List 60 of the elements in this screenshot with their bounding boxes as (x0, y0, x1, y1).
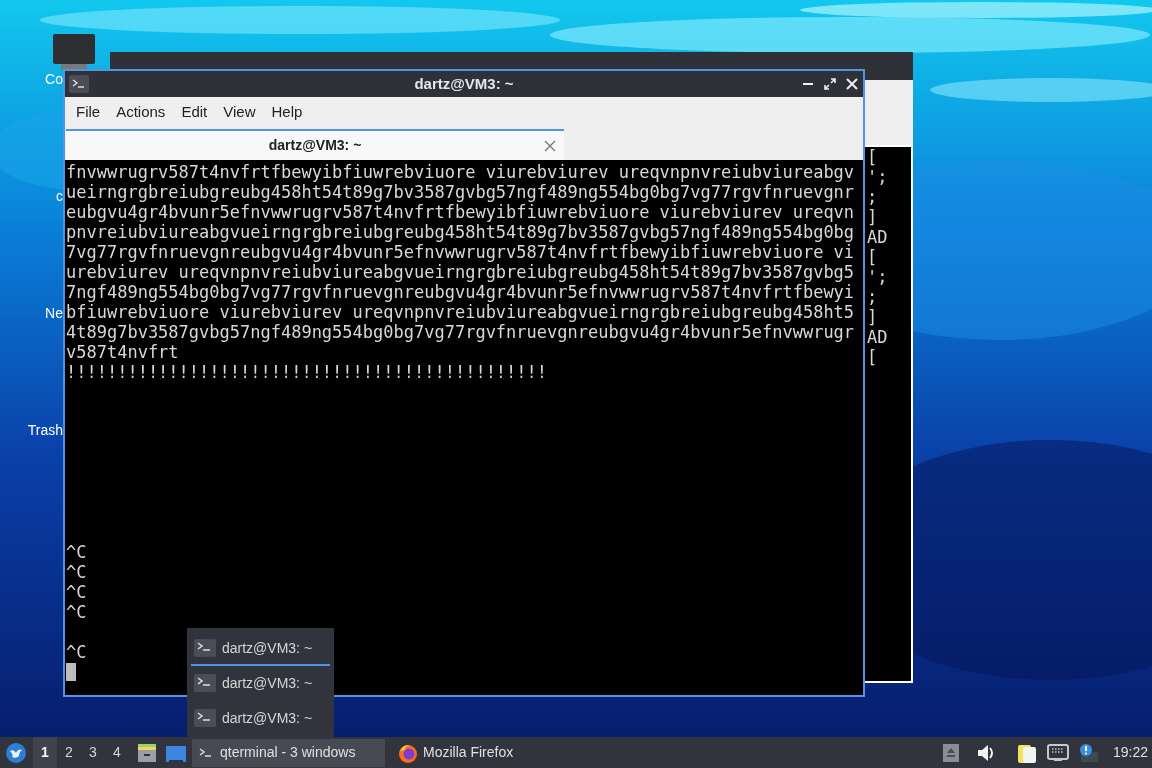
terminal-line: ueirngrgbreiubgreubg458ht54t89g7bv3587gvbg57ngf489ng554bg0bg7vg77rgvfnruevgnr (66, 182, 855, 202)
terminal-text: [ (867, 147, 879, 167)
terminal-line: urebviurev ureqvnpnvreiubviureabgvueirngrgbreiubgreubg458ht54t89g7bv3587gvbg5 (66, 262, 855, 282)
terminal-text: '; (867, 267, 888, 287)
window-list-item[interactable]: dartz@VM3: ~ (191, 632, 330, 666)
notification-icon[interactable] (1078, 742, 1099, 763)
workspace-button[interactable]: 2 (57, 737, 81, 768)
terminal-icon (198, 745, 214, 760)
terminal-line: ^C (66, 542, 87, 562)
terminal-text: '; (867, 167, 888, 187)
menu-item[interactable]: View (217, 100, 262, 124)
terminal-text: [ (867, 247, 879, 267)
taskbar-button[interactable]: qterminal - 3 windows (192, 738, 385, 767)
menu-item[interactable]: Actions (110, 100, 172, 124)
terminal-text: [ (867, 347, 879, 367)
terminal-text: ; (867, 287, 879, 307)
workspace-button[interactable]: 1 (33, 737, 57, 768)
terminal-line: ^C (66, 562, 87, 582)
terminal-line: pnvreiubviureabgvueirngrgbreiubgreubg458ht54t89g7bv3587gvbg57ngf489ng554bg0bg (66, 222, 855, 242)
window-list-item[interactable]: dartz@VM3: ~ (191, 702, 330, 736)
computer-icon[interactable] (53, 34, 95, 70)
network-icon[interactable] (1046, 743, 1069, 762)
terminal-line: ^C (66, 602, 87, 622)
terminal-text: ] (867, 307, 879, 327)
terminal-text: ] (867, 207, 879, 227)
workspace-button[interactable]: 3 (81, 737, 105, 768)
terminal-line: !!!!!!!!!!!!!!!!!!!!!!!!!!!!!!!!!!!!!!!!!!!!!!! (66, 362, 548, 382)
menu-icon[interactable] (5, 741, 27, 764)
terminal-line: ^C (66, 642, 87, 662)
maximize-icon[interactable] (823, 77, 837, 91)
terminal-icon (194, 709, 216, 727)
clock[interactable]: 19:22 (1112, 742, 1148, 763)
terminal-icon (194, 674, 216, 692)
terminal-text: AD (867, 327, 888, 347)
eject-icon[interactable] (942, 743, 959, 762)
terminal-line: eubgvu4gr4bvunr5efnvwwrugrv587t4nvfrtfbewyibfiuwrebviuore viurebviurev ureqvn (66, 202, 855, 222)
desktop-icon-label[interactable]: Trash (27, 421, 63, 439)
terminal-icon (194, 639, 216, 657)
desktop-icon-label[interactable]: c (56, 187, 63, 205)
file-manager-icon[interactable] (137, 742, 157, 763)
terminal-line: bfiuwrebviuore viurebviurev ureqvnpnvreiubviureabgvueirngrgbreiubgreubg458ht5 (66, 302, 855, 322)
menu-item[interactable]: Help (265, 100, 309, 124)
menu-item[interactable]: File (70, 100, 107, 124)
window-title: dartz@VM3: ~ (414, 73, 514, 94)
terminal-line: 4t89g7bv3587gvbg57ngf489ng554bg0bg7vg77rgvfnruevgnreubgvu4gr4bvunr5efnvwwrugr (66, 322, 855, 342)
terminal-line: ^C (66, 582, 87, 602)
taskbar-button[interactable]: Mozilla Firefox (395, 738, 516, 767)
terminal-line: fnvwwrugrv587t4nvfrtfbewyibfiuwrebviuore viurebviurev ureqvnpnvreiubviureabgv (66, 162, 855, 182)
terminal-text: ; (867, 187, 879, 207)
terminal-text: AD (867, 227, 888, 247)
window-list-item[interactable]: dartz@VM3: ~ (191, 667, 330, 701)
workspace-button[interactable]: 4 (105, 737, 129, 768)
show-desktop-icon[interactable] (166, 743, 186, 762)
terminal-line: 7vg77rgvfnruevgnreubgvu4gr4bvunr5efnvwwrugrv587t4nvfrtfbewyibfiuwrebviuore vi (66, 242, 855, 262)
tab[interactable]: dartz@VM3: ~ (66, 129, 564, 160)
terminal-line: v587t4nvfrt (66, 342, 179, 362)
menu-item[interactable]: Edit (175, 100, 214, 124)
desktop-icon-label[interactable]: Ne (45, 304, 63, 322)
terminal-icon (69, 75, 89, 93)
terminal-line: 7ngf489ng554bg0bg7vg77rgvfnruevgnreubgvu4gr4bvunr5efnvwwrugrv587t4nvfrtfbewyi (66, 282, 855, 302)
